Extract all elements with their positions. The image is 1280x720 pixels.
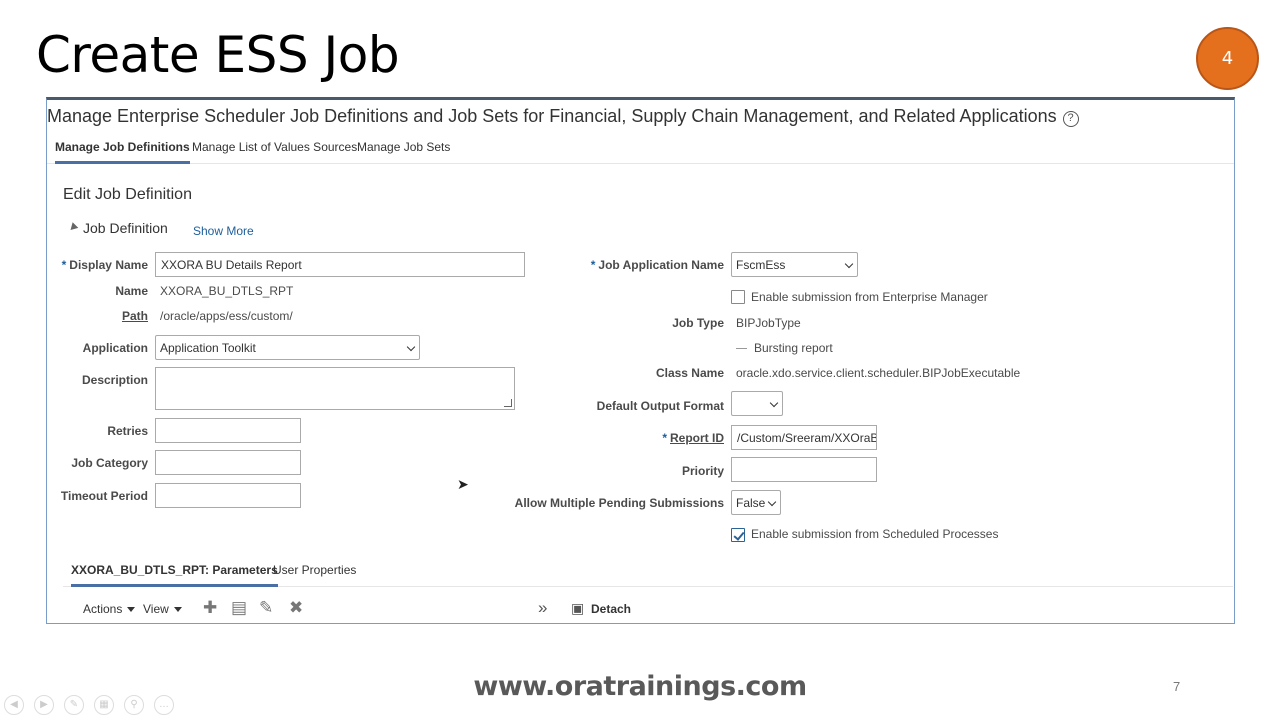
next-slide-icon[interactable]: ▶ (34, 695, 54, 715)
actions-menu-label: Actions (83, 602, 123, 616)
job-type-value: BIPJobType (736, 316, 801, 330)
job-definition-heading[interactable]: Job Definition (67, 220, 168, 236)
zoom-icon[interactable]: ⚲ (124, 695, 144, 715)
page-number: 7 (1173, 679, 1181, 694)
view-menu-label: View (143, 602, 169, 616)
mouse-cursor-icon: ➤ (457, 476, 469, 492)
display-name-input[interactable]: XXORA BU Details Report (155, 252, 525, 277)
detach-icon[interactable]: ▣ (571, 600, 584, 617)
slides-grid-icon[interactable]: ▦ (94, 695, 114, 715)
report-id-label[interactable]: * Report ID (662, 431, 724, 445)
class-name-value: oracle.xdo.service.client.scheduler.BIPJ… (736, 366, 1021, 380)
double-chevron-icon[interactable]: » (538, 598, 547, 618)
application-label: Application (82, 341, 148, 355)
job-definition-panel: Manage Enterprise Scheduler Job Definiti… (46, 97, 1235, 624)
job-application-name-value: FscmEss (736, 258, 786, 272)
tab-manage-job-definitions[interactable]: Manage Job Definitions (55, 140, 190, 164)
collapse-triangle-icon[interactable] (67, 222, 79, 233)
job-type-label: Job Type (672, 316, 724, 330)
application-select[interactable]: Application Toolkit (155, 335, 420, 360)
actions-menu[interactable]: Actions (83, 602, 136, 616)
show-more-link[interactable]: Show More (193, 224, 254, 238)
chevron-down-icon (767, 497, 777, 507)
timeout-period-label: Timeout Period (60, 489, 148, 503)
view-menu[interactable]: View (143, 602, 182, 616)
help-icon[interactable]: ? (1062, 111, 1079, 127)
application-select-value: Application Toolkit (160, 341, 256, 355)
path-label[interactable]: Path (122, 309, 148, 323)
retries-input[interactable] (155, 418, 301, 443)
detach-button[interactable]: Detach (591, 602, 631, 616)
class-name-label: Class Name (655, 366, 724, 380)
tab-manage-list-of-values-sources[interactable]: Manage List of Values Sources (192, 140, 357, 154)
chevron-down-icon (769, 398, 779, 408)
pencil-icon[interactable]: ✎ (259, 598, 273, 618)
more-options-icon[interactable]: … (154, 695, 174, 715)
close-icon[interactable]: ✖ (289, 598, 303, 618)
detail-subtabs: XXORA_BU_DTLS_RPT: Parameters User Prope… (63, 555, 1233, 587)
section-title: Edit Job Definition (63, 186, 192, 203)
name-value: XXORA_BU_DTLS_RPT (160, 284, 294, 298)
job-definition-heading-text: Job Definition (83, 220, 168, 236)
job-application-name-select[interactable]: FscmEss (731, 252, 858, 277)
parameters-toolbar: Actions View ✚ ▤ ✎ ✖ » ▣ Detach (63, 588, 1233, 623)
slideshow-controls: ◀ ▶ ✎ ▦ ⚲ … (4, 694, 184, 716)
enable-em-label: Enable submission from Enterprise Manage… (751, 290, 988, 304)
chevron-down-icon (406, 342, 416, 352)
plus-icon[interactable]: ✚ (203, 598, 217, 618)
job-category-label: Job Category (71, 456, 148, 470)
page-header: Manage Enterprise Scheduler Job Definiti… (47, 106, 1079, 127)
resize-handle-icon[interactable] (504, 399, 512, 407)
enable-em-checkbox[interactable] (731, 290, 745, 304)
clipboard-icon[interactable]: ▤ (231, 598, 247, 618)
tab-user-properties[interactable]: User Properties (273, 563, 356, 577)
slide-number-badge: 4 (1196, 27, 1259, 90)
display-name-label: * Display Name (61, 258, 148, 272)
previous-slide-icon[interactable]: ◀ (4, 695, 24, 715)
bursting-report-label: Bursting report (754, 341, 833, 355)
caret-down-icon (173, 607, 182, 612)
chevron-down-icon (844, 259, 854, 269)
retries-label: Retries (107, 424, 148, 438)
default-output-format-label: Default Output Format (596, 399, 724, 413)
allow-multiple-pending-select[interactable]: False (731, 490, 781, 515)
allow-multiple-pending-label: Allow Multiple Pending Submissions (514, 496, 724, 510)
slide-title: Create ESS Job (36, 26, 400, 84)
default-output-format-select[interactable] (731, 391, 783, 416)
job-application-name-label: * Job Application Name (590, 258, 724, 272)
name-label: Name (115, 284, 148, 298)
path-value: /oracle/apps/ess/custom/ (160, 309, 293, 323)
report-id-input[interactable]: /Custom/Sreeram/XXOraBU (731, 425, 877, 450)
timeout-period-input[interactable] (155, 483, 301, 508)
job-category-input[interactable] (155, 450, 301, 475)
main-tabs: Manage Job Definitions Manage List of Va… (47, 138, 1234, 164)
pen-icon[interactable]: ✎ (64, 695, 84, 715)
caret-down-icon (127, 607, 136, 612)
bursting-indicator-icon (736, 348, 747, 349)
priority-label: Priority (681, 464, 724, 478)
priority-input[interactable] (731, 457, 877, 482)
tab-parameters[interactable]: XXORA_BU_DTLS_RPT: Parameters (71, 563, 278, 587)
description-label: Description (81, 373, 148, 387)
description-textarea[interactable] (155, 367, 515, 410)
tab-manage-job-sets[interactable]: Manage Job Sets (357, 140, 450, 154)
footer-url: www.oratrainings.com (473, 671, 807, 702)
enable-scheduled-checkbox[interactable] (731, 528, 745, 542)
page-header-text: Manage Enterprise Scheduler Job Definiti… (47, 106, 1057, 126)
allow-multiple-pending-value: False (736, 496, 766, 510)
enable-scheduled-label: Enable submission from Scheduled Process… (751, 527, 999, 541)
